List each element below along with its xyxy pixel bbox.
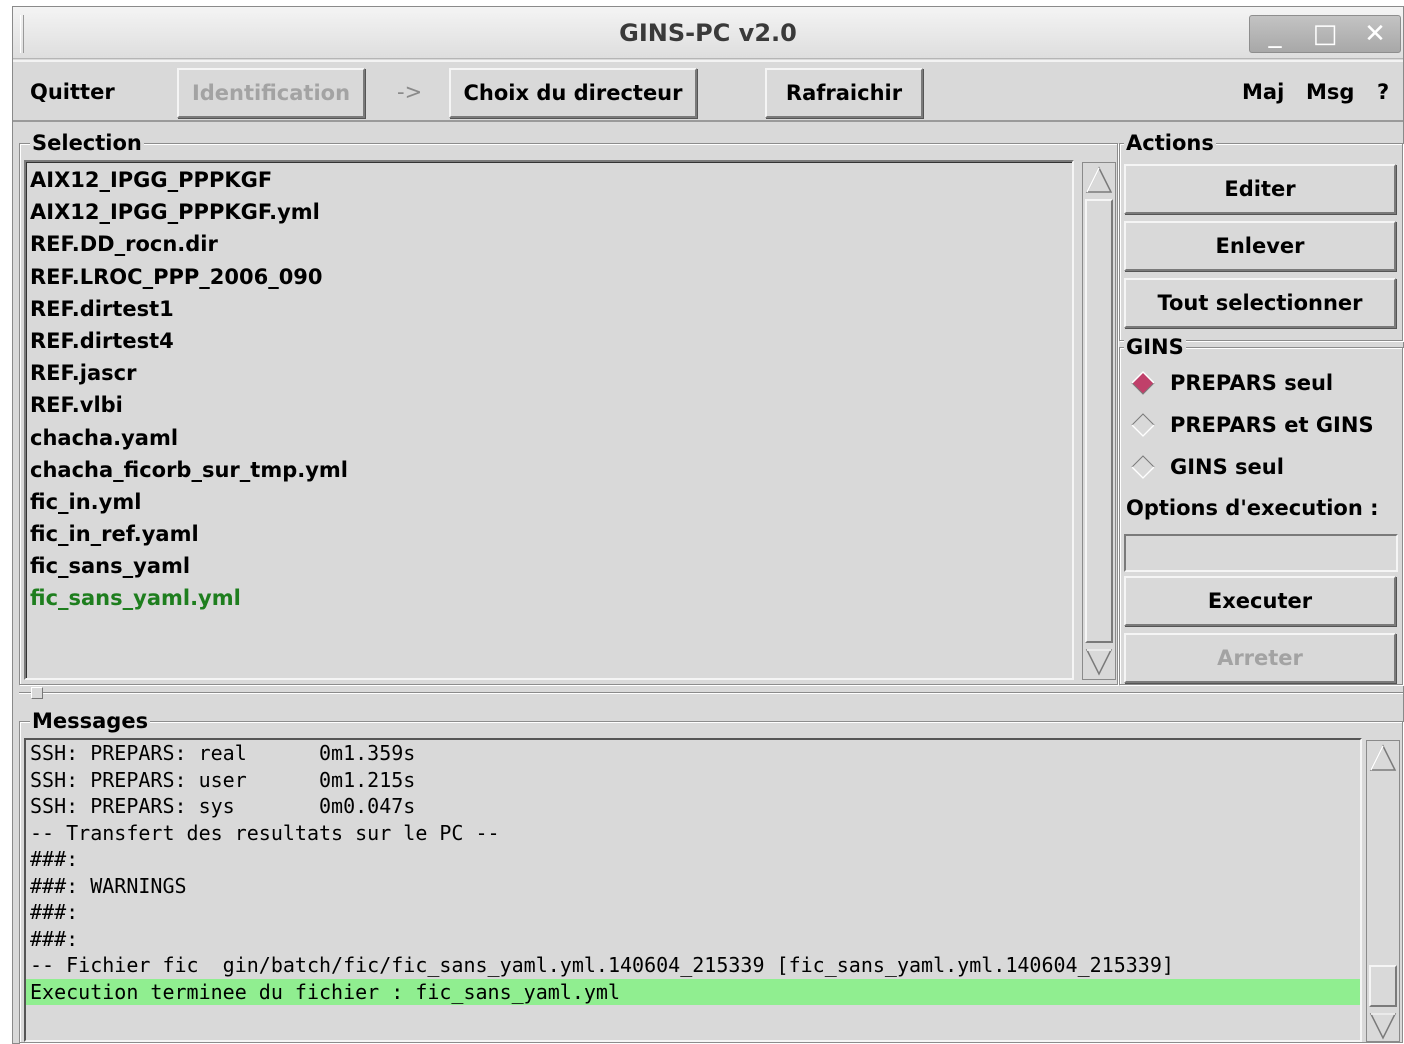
sash-handle[interactable] bbox=[31, 687, 43, 699]
message-line: ###: bbox=[30, 847, 79, 871]
list-item-active[interactable]: fic_sans_yaml.yml bbox=[26, 582, 1072, 614]
message-line-success: Execution terminee du fichier : fic_sans… bbox=[26, 978, 1360, 1005]
list-item[interactable]: REF.jascr bbox=[26, 357, 1072, 389]
list-item[interactable]: AIX12_IPGG_PPPKGF bbox=[26, 164, 1072, 196]
window-controls: _ □ ✕ bbox=[1249, 15, 1401, 53]
execute-button[interactable]: Executer bbox=[1124, 576, 1396, 626]
message-line: SSH: PREPARS: user 0m1.215s bbox=[30, 767, 416, 792]
message-line: SSH: PREPARS: real 0m1.359s bbox=[30, 741, 416, 765]
list-item[interactable]: REF.dirtest4 bbox=[26, 325, 1072, 357]
selection-scrollbar[interactable] bbox=[1082, 162, 1116, 680]
message-line: -- Fichier fic gin/batch/fic/fic_sans_ya… bbox=[30, 953, 1174, 977]
exec-options-input[interactable] bbox=[1124, 534, 1398, 572]
messages-group: Messages SSH: PREPARS: real 0m1.359s SSH… bbox=[19, 708, 1403, 1043]
list-item[interactable]: chacha.yaml bbox=[26, 422, 1072, 454]
radio-prepars-seul[interactable]: PREPARS seul bbox=[1130, 366, 1333, 400]
list-item[interactable]: REF.LROC_PPP_2006_090 bbox=[26, 261, 1072, 293]
help-button[interactable]: ? bbox=[1377, 80, 1389, 104]
stop-button[interactable]: Arreter bbox=[1124, 633, 1396, 683]
maximize-icon[interactable]: □ bbox=[1305, 16, 1345, 52]
list-item[interactable]: chacha_ficorb_sur_tmp.yml bbox=[26, 454, 1072, 486]
selection-group: Selection AIX12_IPGG_PPPKGF AIX12_IPGG_P… bbox=[19, 130, 1118, 685]
gins-group: GINS PREPARS seul PREPARS et GINS GINS s… bbox=[1119, 334, 1403, 685]
scroll-up-icon[interactable] bbox=[1369, 743, 1397, 773]
choose-directory-button[interactable]: Choix du directeur bbox=[449, 68, 697, 118]
message-line: ###: bbox=[30, 926, 79, 951]
message-line: ###: WARNINGS bbox=[30, 873, 187, 898]
scroll-thumb[interactable] bbox=[1085, 199, 1113, 643]
radio-label: GINS seul bbox=[1170, 455, 1284, 479]
selection-list: AIX12_IPGG_PPPKGF AIX12_IPGG_PPPKGF.yml … bbox=[26, 162, 1072, 615]
scroll-up-icon[interactable] bbox=[1085, 165, 1113, 195]
messages-text[interactable]: SSH: PREPARS: real 0m1.359s SSH: PREPARS… bbox=[24, 738, 1362, 1042]
radio-prepars-et-gins[interactable]: PREPARS et GINS bbox=[1130, 408, 1374, 442]
exec-options-label: Options d'execution : bbox=[1126, 496, 1379, 520]
remove-button[interactable]: Enlever bbox=[1124, 221, 1396, 271]
gins-label: GINS bbox=[1124, 334, 1186, 360]
edit-button[interactable]: Editer bbox=[1124, 164, 1396, 214]
radio-label: PREPARS et GINS bbox=[1170, 413, 1374, 437]
close-icon[interactable]: ✕ bbox=[1355, 16, 1395, 52]
radio-unselected-icon bbox=[1131, 413, 1155, 438]
scroll-down-icon[interactable] bbox=[1369, 1011, 1397, 1041]
radio-unselected-icon bbox=[1131, 455, 1155, 480]
actions-group: Actions Editer Enlever Tout selectionner bbox=[1119, 130, 1403, 341]
scroll-thumb[interactable] bbox=[1369, 965, 1397, 1007]
refresh-button[interactable]: Rafraichir bbox=[765, 68, 923, 118]
radio-gins-seul[interactable]: GINS seul bbox=[1130, 450, 1284, 484]
messages-scrollbar[interactable] bbox=[1366, 740, 1400, 1042]
list-item[interactable]: REF.vlbi bbox=[26, 389, 1072, 421]
radio-label: PREPARS seul bbox=[1170, 371, 1334, 395]
list-item[interactable]: REF.dirtest1 bbox=[26, 293, 1072, 325]
scroll-down-icon[interactable] bbox=[1085, 647, 1113, 677]
message-line: -- Transfert des resultats sur le PC -- bbox=[30, 820, 500, 845]
list-item[interactable]: AIX12_IPGG_PPPKGF.yml bbox=[26, 196, 1072, 228]
messages-label: Messages bbox=[30, 708, 151, 734]
radio-selected-icon bbox=[1131, 370, 1155, 395]
minimize-icon[interactable]: _ bbox=[1255, 16, 1295, 52]
list-item[interactable]: fic_in_ref.yaml bbox=[26, 518, 1072, 550]
arrow-label: -> bbox=[397, 80, 423, 104]
select-all-button[interactable]: Tout selectionner bbox=[1124, 278, 1396, 328]
message-line: SSH: PREPARS: sys 0m0.047s bbox=[30, 794, 416, 818]
app-window: GINS-PC v2.0 _ □ ✕ Quitter Identificatio… bbox=[12, 6, 1404, 1044]
window-title: GINS-PC v2.0 bbox=[619, 19, 797, 47]
list-item[interactable]: REF.DD_rocn.dir bbox=[26, 228, 1072, 260]
title-bar[interactable]: GINS-PC v2.0 _ □ ✕ bbox=[13, 7, 1403, 59]
message-line: ###: bbox=[30, 900, 79, 924]
maj-button[interactable]: Maj bbox=[1242, 80, 1284, 104]
actions-label: Actions bbox=[1124, 130, 1216, 156]
list-item[interactable]: fic_in.yml bbox=[26, 486, 1072, 518]
selection-listbox[interactable]: AIX12_IPGG_PPPKGF AIX12_IPGG_PPPKGF.yml … bbox=[24, 160, 1074, 680]
quit-button[interactable]: Quitter bbox=[30, 80, 115, 104]
pane-sash[interactable] bbox=[19, 692, 1403, 694]
list-item[interactable]: fic_sans_yaml bbox=[26, 550, 1072, 582]
msg-button[interactable]: Msg bbox=[1306, 80, 1354, 104]
toolbar: Quitter Identification -> Choix du direc… bbox=[13, 60, 1403, 122]
identification-button[interactable]: Identification bbox=[177, 68, 365, 118]
selection-label: Selection bbox=[30, 130, 144, 156]
